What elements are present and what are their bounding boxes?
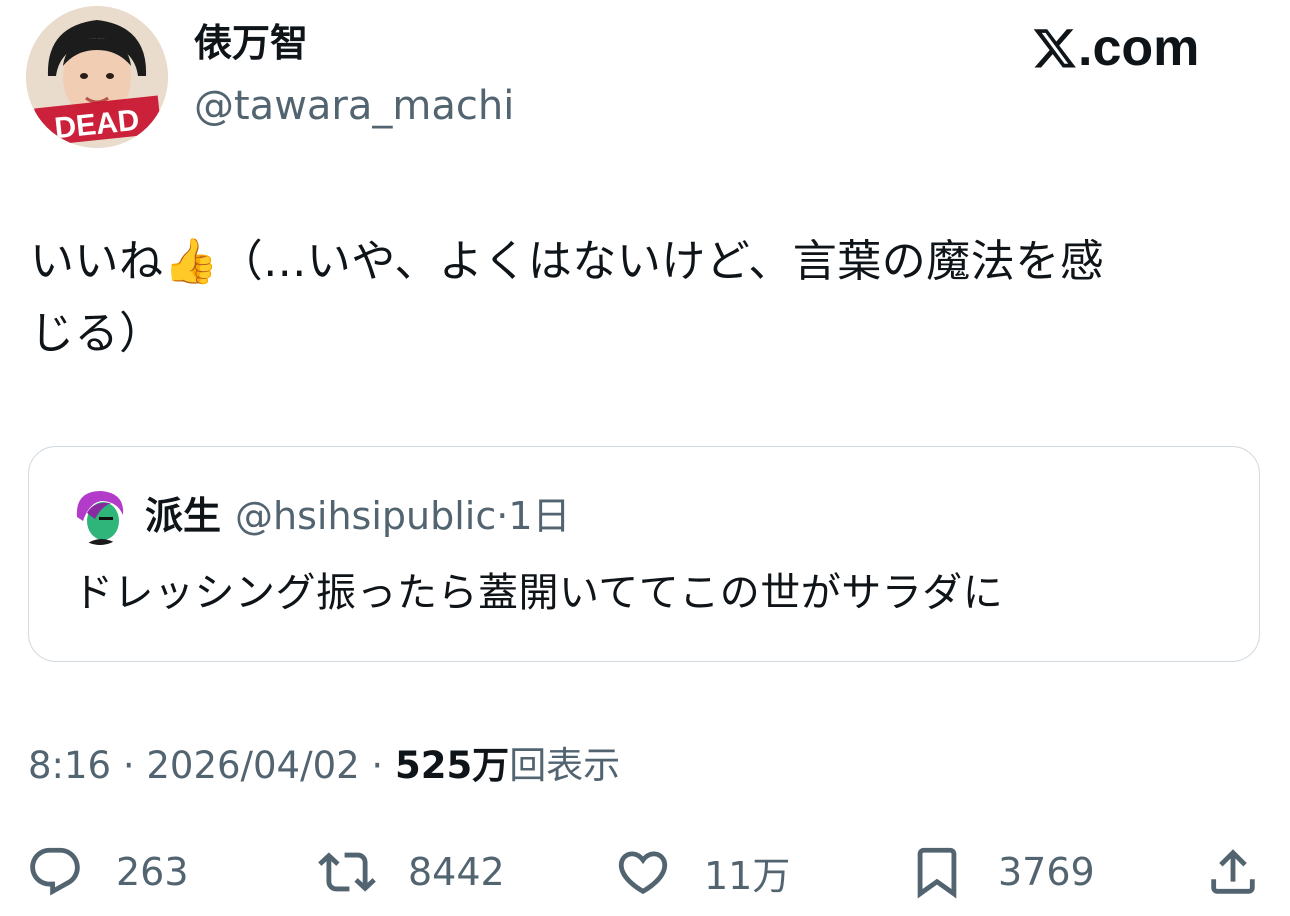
meta-separator: · — [111, 744, 147, 787]
quoted-tweet-card[interactable]: 派生 @hsihsipublic · 1日 ドレッシング振ったら蓋開いててこの世… — [28, 446, 1260, 662]
reply-count: 263 — [116, 850, 189, 894]
tweet-date[interactable]: 2026/04/02 — [146, 740, 359, 792]
tweet-meta: 8:16 · 2026/04/02 · 525万 回表示 — [28, 740, 620, 792]
repost-icon — [318, 852, 376, 892]
quote-author-handle[interactable]: @hsihsipublic — [235, 491, 496, 541]
view-label: 回表示 — [509, 744, 621, 787]
tweet-time[interactable]: 8:16 — [28, 740, 111, 792]
author-handle[interactable]: @tawara_machi — [194, 80, 514, 132]
quote-avatar-image — [71, 487, 129, 545]
like-count: 11万 — [704, 853, 791, 898]
bookmark-icon — [917, 847, 957, 899]
repost-count: 8442 — [408, 850, 505, 894]
share-icon — [1211, 849, 1255, 894]
quote-avatar[interactable] — [71, 487, 129, 545]
action-bar: 263 8442 11万 3769 — [0, 832, 1290, 912]
tweet-text: いいね👍（...いや、よくはないけど、言葉の魔法を感 じる） — [30, 226, 1265, 370]
author-avatar[interactable]: DEAD — [26, 6, 168, 148]
share-button[interactable] — [1204, 832, 1262, 912]
x-brand: .com — [1032, 18, 1199, 78]
quote-header: 派生 @hsihsipublic · 1日 — [145, 491, 571, 541]
meta-separator: · — [359, 744, 395, 787]
tweet-text-line-2: じる） — [30, 308, 164, 359]
brand-domain: .com — [1078, 19, 1200, 77]
quote-author-name[interactable]: 派生 — [145, 491, 221, 541]
quote-text: ドレッシング振ったら蓋開いててこの世がサラダに — [73, 570, 1004, 616]
reply-icon — [30, 847, 80, 896]
author-avatar-image: DEAD — [26, 6, 168, 148]
view-count: 525万 — [394, 744, 510, 787]
tweet-text-line-1: いいね👍（...いや、よくはないけど、言葉の魔法を感 — [30, 236, 1105, 287]
like-button[interactable]: 11万 — [614, 832, 790, 912]
bookmark-button[interactable]: 3769 — [908, 832, 1095, 912]
heart-icon — [618, 851, 668, 895]
quote-timestamp[interactable]: 1日 — [508, 491, 570, 541]
bookmark-count: 3769 — [998, 850, 1095, 894]
reply-button[interactable]: 263 — [26, 832, 189, 912]
author-name[interactable]: 俵万智 — [194, 18, 308, 68]
repost-button[interactable]: 8442 — [318, 832, 505, 912]
x-logo-icon — [1033, 29, 1076, 68]
quote-separator: · — [496, 494, 509, 538]
